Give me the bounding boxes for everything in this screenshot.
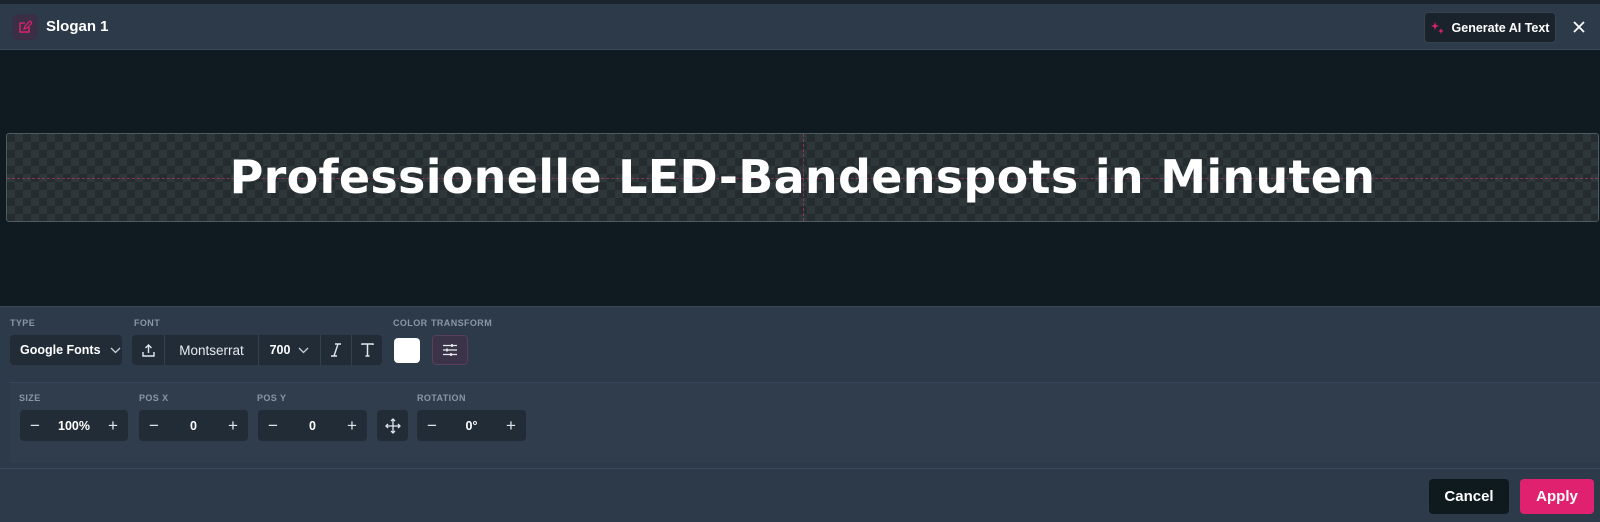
footer-divider: [0, 468, 1600, 469]
font-weight-value: 700: [269, 343, 291, 357]
pos-x-increment-button[interactable]: +: [218, 410, 248, 441]
pos-y-increment-button[interactable]: +: [337, 410, 367, 441]
type-label: TYPE: [10, 318, 36, 328]
rotation-label: ROTATION: [417, 393, 466, 403]
chevron-down-icon: [110, 347, 121, 354]
font-family-select[interactable]: Montserrat: [164, 335, 258, 365]
pos-y-label: POS Y: [257, 393, 287, 403]
sliders-icon: [442, 343, 458, 357]
chevron-down-icon: [298, 347, 309, 354]
rotation-value[interactable]: 0°: [447, 410, 496, 441]
cancel-button[interactable]: Cancel: [1429, 479, 1509, 514]
rotation-decrement-button[interactable]: −: [417, 410, 447, 441]
size-decrement-button[interactable]: −: [20, 410, 50, 441]
size-label: SIZE: [19, 393, 41, 403]
size-value[interactable]: 100%: [50, 410, 98, 441]
pos-x-value[interactable]: 0: [169, 410, 218, 441]
font-weight-select[interactable]: 700: [258, 335, 320, 365]
slogan-text[interactable]: Professionelle LED-Bandenspots in Minute…: [7, 134, 1598, 221]
font-control: Montserrat 700: [132, 335, 382, 365]
transform-panel: SIZE − 100% + POS X − 0 + POS Y − 0 + RO…: [10, 382, 1600, 463]
pos-x-decrement-button[interactable]: −: [139, 410, 169, 441]
transform-label: TRANSFORM: [431, 318, 493, 328]
edit-icon: [12, 14, 38, 40]
pos-x-label: POS X: [139, 393, 169, 403]
pos-x-stepper: − 0 +: [139, 410, 248, 441]
color-swatch[interactable]: [394, 338, 420, 363]
pos-y-stepper: − 0 +: [258, 410, 367, 441]
controls-panel: TYPE Google Fonts FONT Montserrat 700 CO…: [0, 306, 1600, 468]
font-label: FONT: [134, 318, 161, 328]
rotation-stepper: − 0° +: [417, 410, 526, 441]
generate-ai-text-button[interactable]: Generate AI Text: [1424, 12, 1556, 43]
italic-icon[interactable]: [320, 335, 351, 365]
slogan-editor-modal: Slogan 1 Generate AI Text Professionelle…: [0, 0, 1600, 522]
transform-toggle-button[interactable]: [432, 335, 468, 365]
modal-header: Slogan 1 Generate AI Text: [0, 4, 1600, 50]
move-icon[interactable]: [377, 410, 408, 441]
size-stepper: − 100% +: [20, 410, 128, 441]
pos-y-decrement-button[interactable]: −: [258, 410, 288, 441]
size-increment-button[interactable]: +: [98, 410, 128, 441]
rotation-increment-button[interactable]: +: [496, 410, 526, 441]
preview-area: Professionelle LED-Bandenspots in Minute…: [0, 50, 1600, 306]
apply-button[interactable]: Apply: [1520, 479, 1594, 514]
type-value: Google Fonts: [20, 343, 101, 357]
type-select[interactable]: Google Fonts: [10, 335, 122, 365]
pos-y-value[interactable]: 0: [288, 410, 337, 441]
modal-title: Slogan 1: [46, 18, 109, 35]
upload-font-icon[interactable]: [132, 335, 164, 365]
text-case-icon[interactable]: [351, 335, 382, 365]
sparkle-icon: [1430, 21, 1445, 35]
close-icon[interactable]: [1568, 16, 1590, 38]
generate-ai-text-label: Generate AI Text: [1451, 20, 1550, 35]
banner-canvas: Professionelle LED-Bandenspots in Minute…: [6, 133, 1599, 222]
color-label: COLOR: [393, 318, 428, 328]
